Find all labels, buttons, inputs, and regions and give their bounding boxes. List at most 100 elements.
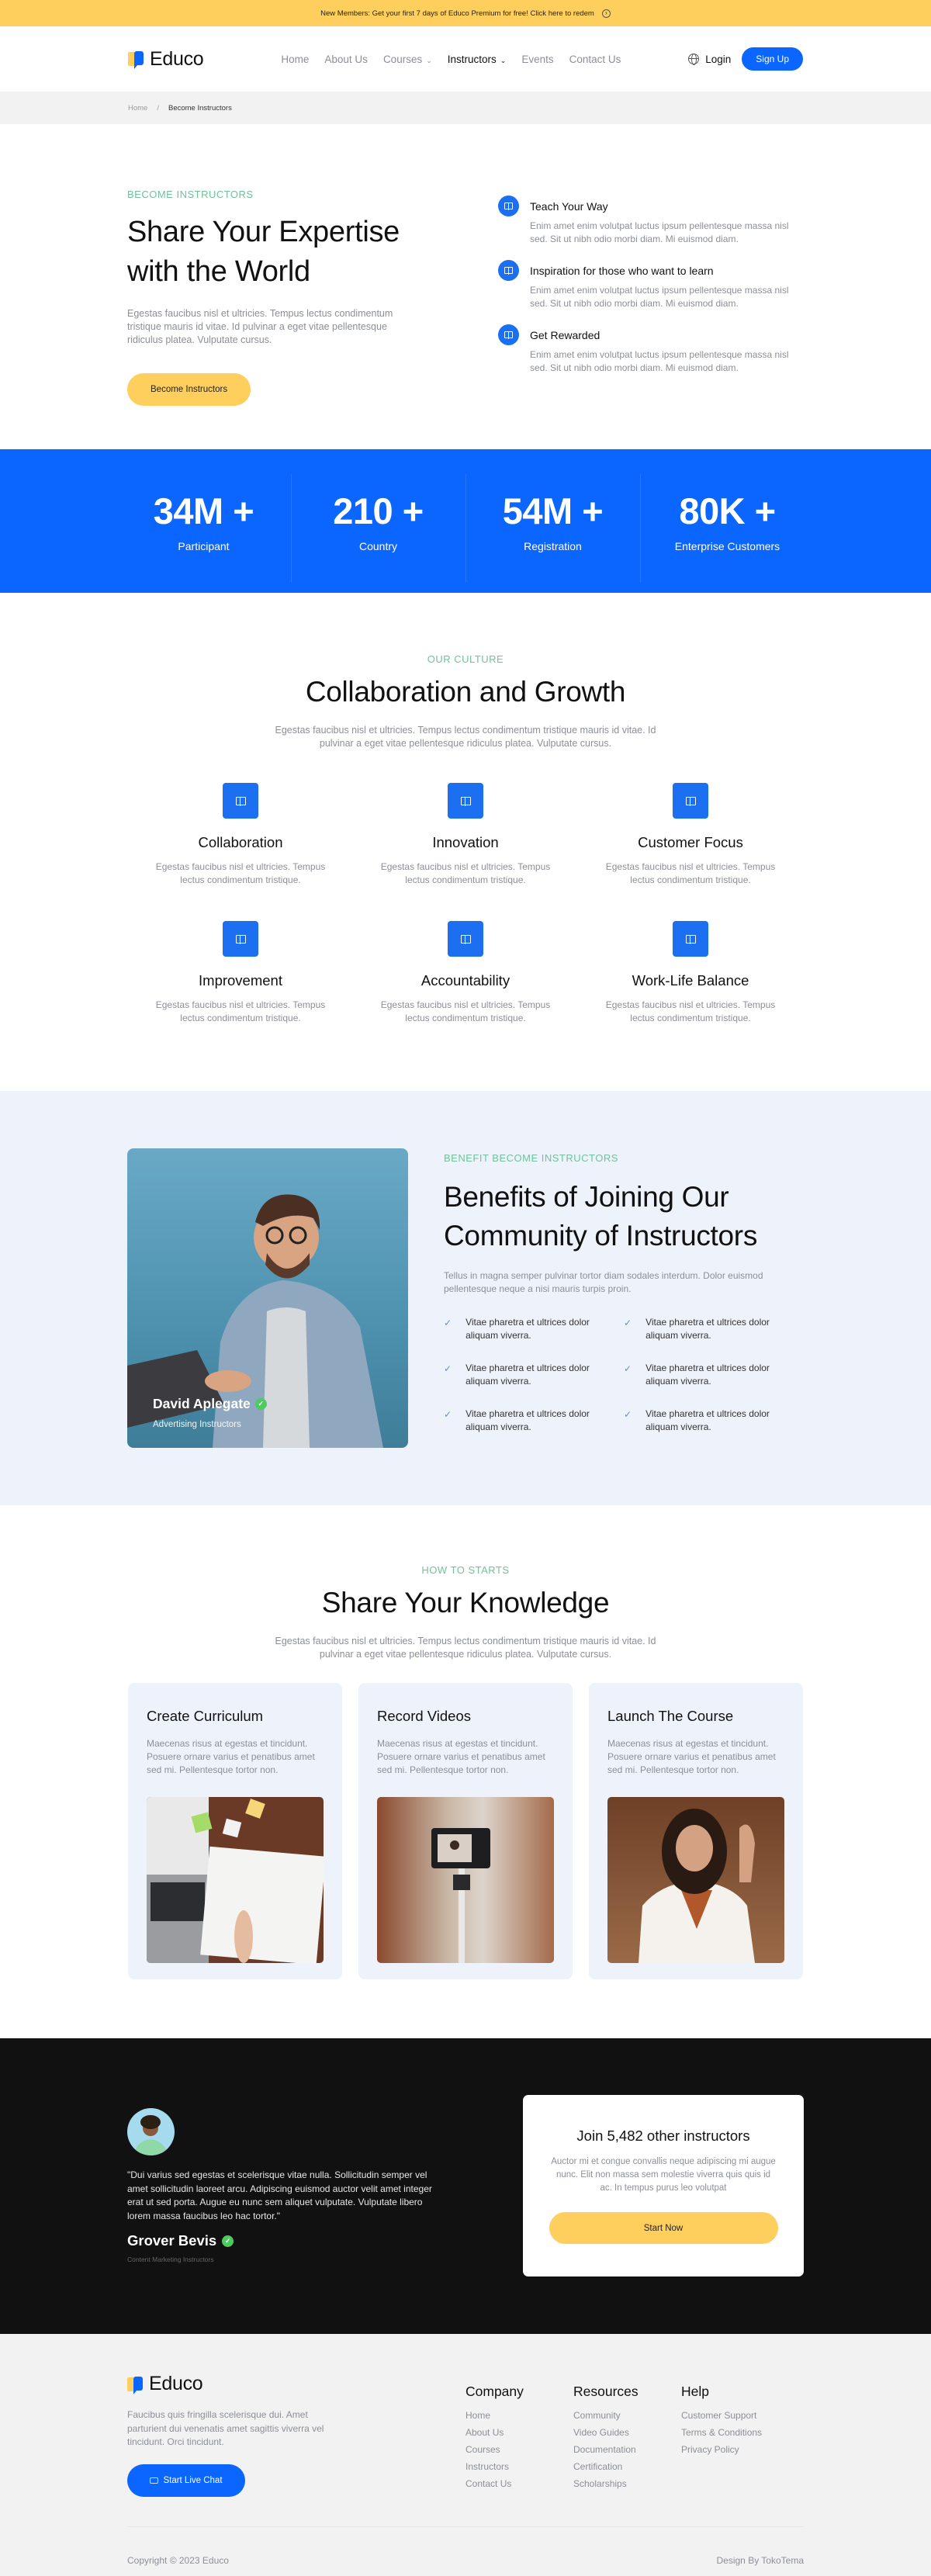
culture-item: Improvement Egestas faucibus nisl et ultr… [128,921,353,1025]
nav-instructors[interactable]: Instructors ⌄ [448,54,507,65]
step-card[interactable]: Launch The Course Maecenas risus at eges… [589,1683,803,1979]
footer-column-help: Help Customer Support Terms & Conditions… [681,2384,762,2455]
check-item: ✓ Vitae pharetra et ultrices dolor aliqua… [444,1317,590,1341]
step-title: Record Videos [377,1708,472,1724]
footer-link[interactable]: Instructors [466,2461,524,2472]
footer-link[interactable]: Contact Us [466,2478,524,2489]
check-item: ✓ Vitae pharetra et ultrices dolor aliqua… [624,1362,770,1387]
culture-item: Customer Focus Egestas faucibus nisl et u… [578,783,803,887]
testimonial-section: "Dui varius sed egestas et scelerisque v… [0,2038,931,2334]
nav-contact-us[interactable]: Contact Us [569,54,621,65]
footer-link[interactable]: Certification [573,2461,639,2472]
verified-badge-icon: ✓ [222,2235,234,2247]
stat-label: Enterprise Customers [674,540,780,552]
login-button[interactable]: Login [688,54,731,65]
feature-title: Teach Your Way [530,200,608,213]
culture-item-title: Improvement [199,972,282,989]
culture-item-text: Egestas faucibus nisl et ultricies. Temp… [605,861,776,885]
promo-text[interactable]: New Members: Get your first 7 days of Ed… [320,9,594,18]
knowledge-title: Share Your Knowledge [321,1587,610,1619]
footer-link[interactable]: Video Guides [573,2427,639,2438]
stat-value: 54M + [502,490,604,531]
instructor-role: Advertising Instructors [153,1420,241,1429]
footer-link[interactable]: Customer Support [681,2410,762,2421]
signup-button[interactable]: Sign Up [742,47,803,71]
benefits-eyebrow: BENEFIT BECOME INSTRUCTORS [444,1152,618,1164]
step-text: Maecenas risus at egestas et tincidunt. … [147,1738,315,1775]
chat-icon [150,2477,159,2484]
start-now-button[interactable]: Start Now [549,2212,778,2244]
hero-eyebrow: BECOME INSTRUCTORS [127,189,254,200]
footer-link[interactable]: Privacy Policy [681,2444,762,2455]
check-item: ✓ Vitae pharetra et ultrices dolor aliqua… [624,1408,770,1432]
book-icon [673,783,708,819]
promo-banner[interactable]: New Members: Get your first 7 days of Ed… [0,0,931,26]
notebook-laptop-photo [147,1797,324,1963]
book-icon [498,260,519,281]
nav-home[interactable]: Home [281,54,309,65]
design-credit[interactable]: Design By TokoTema [717,2555,805,2566]
check-icon: ✓ [624,1363,632,1374]
footer-column-title: Company [466,2384,524,2399]
stat-label: Registration [524,540,582,552]
arrow-circle-icon[interactable]: › [601,9,611,18]
waving-woman-photo [607,1797,784,1963]
footer-column-title: Resources [573,2384,639,2399]
join-title: Join 5,482 other instructors [576,2128,750,2144]
login-label: Login [705,53,732,65]
footer-link[interactable]: Home [466,2410,524,2421]
feature-item: Get Rewarded Enim amet enim volutpat luct… [498,324,793,375]
check-item: ✓ Vitae pharetra et ultrices dolor aliqua… [444,1362,590,1387]
join-card: Join 5,482 other instructors Auctor mi e… [523,2095,804,2277]
footer-logo[interactable]: Educo [127,2373,203,2395]
knowledge-section: HOW TO STARTS Share Your Knowledge Egest… [0,1505,931,2038]
site-footer: Educo Faucibus quis fringilla scelerisqu… [0,2334,931,2576]
become-instructors-button[interactable]: Become Instructors [127,373,251,406]
stat-item: 210 + Country [291,474,466,583]
feature-item: Inspiration for those who want to learn E… [498,260,793,310]
brand-logo[interactable]: Educo [128,48,204,71]
culture-description: Egestas faucibus nisl et ultricies. Temp… [275,725,656,749]
step-title: Create Curriculum [147,1708,264,1724]
footer-link[interactable]: About Us [466,2427,524,2438]
logo-icon [128,50,145,69]
step-card[interactable]: Create Curriculum Maecenas risus at eges… [128,1683,342,1979]
book-icon [448,783,483,819]
culture-item-text: Egestas faucibus nisl et ultricies. Temp… [380,999,551,1023]
feature-title: Get Rewarded [530,329,600,341]
chevron-down-icon: ⌄ [426,56,432,64]
book-icon [223,921,258,957]
footer-link[interactable]: Community [573,2410,639,2421]
stat-value: 210 + [333,490,424,531]
step-text: Maecenas risus at egestas et tincidunt. … [377,1738,545,1775]
feature-item: Teach Your Way Enim amet enim volutpat lu… [498,196,793,246]
culture-item-title: Innovation [432,834,499,850]
feature-title: Inspiration for those who want to learn [530,265,714,277]
culture-eyebrow: OUR CULTURE [427,653,504,665]
instructor-photo: David Aplegate ✓ Advertising Instructors [127,1148,408,1448]
culture-item-title: Customer Focus [638,834,743,850]
book-icon [223,783,258,819]
check-item: ✓ Vitae pharetra et ultrices dolor aliqua… [624,1317,770,1341]
footer-link[interactable]: Scholarships [573,2478,639,2489]
footer-link[interactable]: Terms & Conditions [681,2427,762,2438]
start-live-chat-button[interactable]: Start Live Chat [127,2464,245,2497]
testimonial-quote: "Dui varius sed egestas et scelerisque v… [127,2169,432,2221]
step-card[interactable]: Record Videos Maecenas risus at egestas … [358,1683,573,1979]
stat-label: Country [358,540,398,552]
knowledge-eyebrow: HOW TO STARTS [421,1564,510,1576]
nav-events[interactable]: Events [521,54,553,65]
footer-description: Faucibus quis fringilla scelerisque dui.… [127,2409,324,2447]
stats-band: 34M + Participant 210 + Country 54M + Regis… [0,449,931,593]
footer-column-resources: Resources Community Video Guides Documen… [573,2384,639,2489]
stat-item: 80K + Enterprise Customers [640,474,815,583]
nav-courses[interactable]: Courses ⌄ [383,54,432,65]
culture-item-text: Egestas faucibus nisl et ultricies. Temp… [155,999,326,1023]
breadcrumb-home[interactable]: Home [128,104,147,113]
testimonial-avatar [127,2108,175,2155]
knowledge-description: Egestas faucibus nisl et ultricies. Temp… [275,1636,656,1660]
footer-link[interactable]: Courses [466,2444,524,2455]
stat-value: 80K + [679,490,776,531]
nav-about-us[interactable]: About Us [324,54,368,65]
footer-link[interactable]: Documentation [573,2444,639,2455]
